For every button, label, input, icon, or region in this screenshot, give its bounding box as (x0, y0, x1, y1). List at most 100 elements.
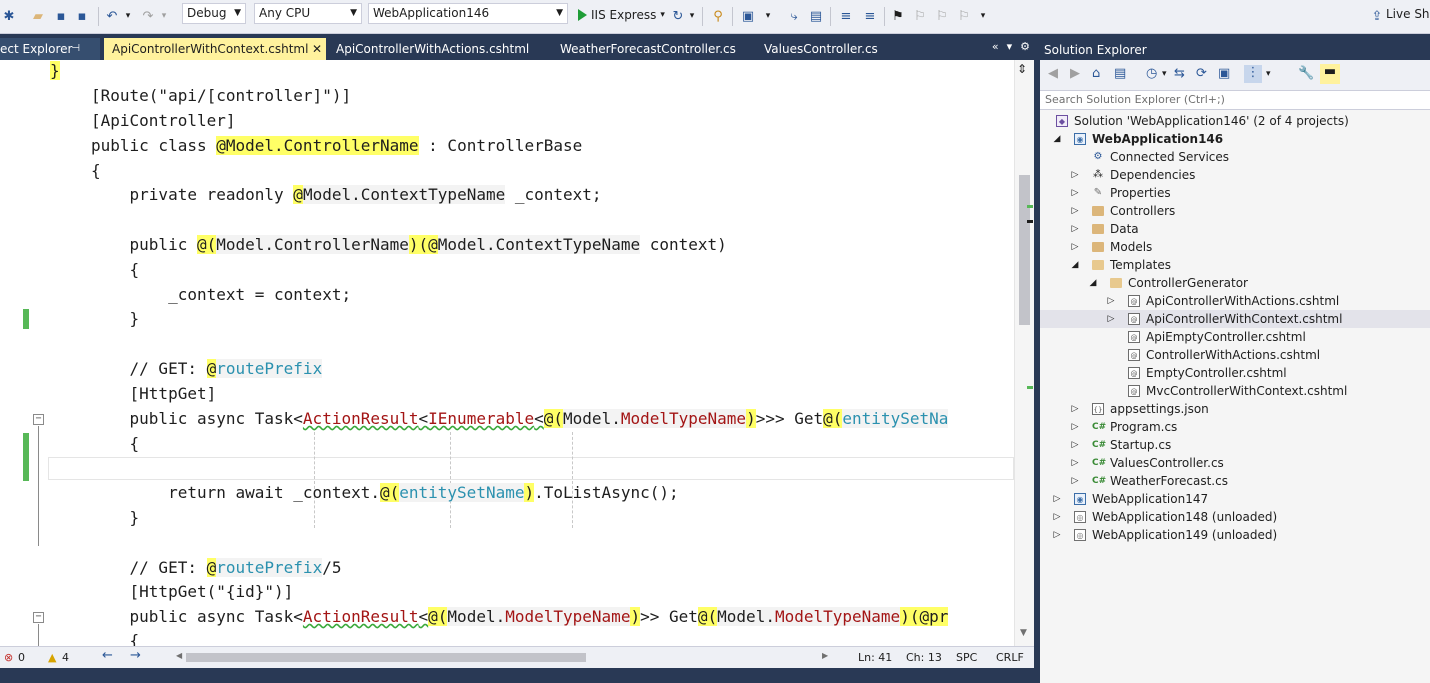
live-share-button[interactable]: Live Sh (1386, 7, 1430, 21)
solution-explorer-search-input[interactable]: Search Solution Explorer (Ctrl+;) (1040, 90, 1430, 110)
tree-item-apiemptycontroller[interactable]: @ ApiEmptyController.cshtml (1040, 328, 1430, 346)
save-all-icon[interactable]: ▪ (74, 5, 90, 27)
collapse-icon[interactable]: − (33, 612, 44, 623)
tree-item-project-webapplication149[interactable]: ▷ ◎ WebApplication149 (unloaded) (1040, 526, 1430, 544)
tree-item-solution[interactable]: ◆ Solution 'WebApplication146' (2 of 4 p… (1040, 112, 1430, 130)
show-all-files-icon[interactable]: ⋮ (1244, 65, 1262, 83)
browser-link-dropdown-icon[interactable]: ▾ (764, 5, 772, 27)
whitespace-mode[interactable]: SPC (956, 651, 977, 664)
tree-item-dependencies[interactable]: ▷ ⁂ Dependencies (1040, 166, 1430, 184)
scrollbar-thumb[interactable] (1019, 175, 1030, 325)
tree-item-controllerwithactions[interactable]: @ ControllerWithActions.cshtml (1040, 346, 1430, 364)
sync-icon[interactable]: ⇆ (1174, 66, 1185, 81)
collapsed-icon[interactable]: ▷ (1070, 436, 1080, 454)
uncomment-icon[interactable]: ≡ (862, 5, 878, 27)
collapse-icon[interactable]: − (33, 414, 44, 425)
bookmark-icon[interactable]: ⚑ (890, 5, 906, 27)
scrollbar-thumb[interactable] (186, 653, 586, 662)
tab-overflow-icon[interactable]: « (992, 40, 999, 53)
startup-project-select[interactable]: WebApplication146 ▼ (368, 3, 568, 24)
scroll-left-icon[interactable]: ◀ (176, 651, 182, 660)
collapsed-icon[interactable]: ▷ (1070, 472, 1080, 490)
tab-apicontrollerwithactions[interactable]: ApiControllerWithActions.cshtml (328, 38, 548, 60)
navigate-forward-icon[interactable]: → (130, 648, 141, 663)
tree-item-apicontrollerwithcontext[interactable]: ▷ @ ApiControllerWithContext.cshtml (1040, 310, 1430, 328)
tab-weatherforecastcontroller[interactable]: WeatherForecastController.cs (552, 38, 752, 60)
tree-item-templates[interactable]: ◢ Templates (1040, 256, 1430, 274)
live-share-icon[interactable]: ⇪ (1370, 5, 1384, 27)
tree-item-models[interactable]: ▷ Models (1040, 238, 1430, 256)
open-folder-icon[interactable]: ▰ (30, 5, 46, 27)
collapsed-icon[interactable]: ▷ (1052, 526, 1062, 544)
split-editor-icon[interactable]: ⇕ (1017, 62, 1027, 76)
run-button[interactable]: IIS Express ▾ (578, 4, 665, 26)
layout-icon[interactable]: ▤ (808, 5, 824, 27)
collapsed-icon[interactable]: ▷ (1070, 220, 1080, 238)
collapsed-icon[interactable]: ▷ (1070, 202, 1080, 220)
collapsed-icon[interactable]: ▷ (1070, 184, 1080, 202)
redo-icon[interactable]: ↷ (140, 5, 156, 27)
error-count[interactable]: 0 (18, 651, 25, 664)
expanded-icon[interactable]: ◢ (1052, 130, 1062, 148)
forward-icon[interactable]: ▶ (1070, 66, 1080, 81)
tree-item-connected-services[interactable]: ⚙ Connected Services (1040, 148, 1430, 166)
prev-bookmark-icon[interactable]: ⚐ (912, 5, 928, 27)
refresh-icon[interactable]: ↻ (670, 5, 686, 27)
collapsed-icon[interactable]: ▷ (1106, 292, 1116, 310)
save-icon[interactable]: ▪ (54, 5, 68, 27)
browser-link-icon[interactable]: ▣ (740, 5, 756, 27)
collapsed-icon[interactable]: ▷ (1070, 454, 1080, 472)
collapse-all-icon[interactable]: ▣ (1218, 66, 1230, 81)
warning-icon[interactable]: ▲ (48, 651, 56, 664)
preview-selected-icon[interactable]: ▬ (1320, 64, 1340, 84)
tab-dropdown-icon[interactable]: ▾ (1007, 40, 1013, 53)
settings-icon[interactable]: ⚙ (1020, 40, 1030, 53)
comment-icon[interactable]: ≡ (838, 5, 854, 27)
pending-changes-dropdown-icon[interactable]: ▾ (1162, 69, 1167, 79)
tree-item-startup[interactable]: ▷ C# Startup.cs (1040, 436, 1430, 454)
editor-vertical-scrollbar[interactable]: ⇕ ▼ (1014, 60, 1034, 646)
tree-item-emptycontroller[interactable]: @ EmptyController.cshtml (1040, 364, 1430, 382)
tree-item-data[interactable]: ▷ Data (1040, 220, 1430, 238)
collapsed-icon[interactable]: ▷ (1052, 508, 1062, 526)
undo-dropdown-icon[interactable]: ▾ (124, 5, 132, 27)
tab-apicontrollerwithcontext[interactable]: ApiControllerWithContext.cshtml ✕ (104, 38, 326, 60)
step-into-icon[interactable]: ⤷ (786, 5, 802, 27)
tab-valuescontroller[interactable]: ValuesController.cs (756, 38, 904, 60)
code-editor[interactable]: − − } [Route("api/[controller]")] [ApiCo… (0, 60, 1014, 646)
collapsed-icon[interactable]: ▷ (1070, 238, 1080, 256)
error-icon[interactable]: ⊗ (4, 651, 13, 664)
show-all-files-dropdown-icon[interactable]: ▾ (1266, 69, 1271, 79)
scroll-right-icon[interactable]: ▶ (822, 651, 828, 660)
collapsed-icon[interactable]: ▷ (1070, 166, 1080, 184)
expanded-icon[interactable]: ◢ (1088, 274, 1098, 292)
collapsed-icon[interactable]: ▷ (1106, 310, 1116, 328)
toolbar-overflow-icon[interactable]: ▾ (978, 5, 988, 27)
clear-bookmarks-icon[interactable]: ⚐ (956, 5, 972, 27)
collapsed-icon[interactable]: ▷ (1070, 400, 1080, 418)
platform-select[interactable]: Any CPU ▼ (254, 3, 362, 24)
configuration-select[interactable]: Debug ▼ (182, 3, 246, 24)
undo-icon[interactable]: ↶ (104, 5, 120, 27)
scroll-down-icon[interactable]: ▼ (1020, 628, 1027, 638)
close-icon[interactable]: ✕ (312, 38, 322, 60)
tree-item-valuescontroller[interactable]: ▷ C# ValuesController.cs (1040, 454, 1430, 472)
refresh-dropdown-icon[interactable]: ▾ (688, 5, 696, 27)
pending-changes-icon[interactable]: ◷ (1146, 66, 1157, 81)
next-bookmark-icon[interactable]: ⚐ (934, 5, 950, 27)
line-endings[interactable]: CRLF (996, 651, 1024, 664)
collapsed-icon[interactable]: ▷ (1052, 490, 1062, 508)
tree-item-weatherforecast[interactable]: ▷ C# WeatherForecast.cs (1040, 472, 1430, 490)
column-number[interactable]: Ch: 13 (906, 651, 942, 664)
line-number[interactable]: Ln: 41 (858, 651, 892, 664)
collapsed-icon[interactable]: ▷ (1070, 418, 1080, 436)
find-icon[interactable]: ⚲ (710, 5, 726, 27)
tree-item-appsettings[interactable]: ▷ {} appsettings.json (1040, 400, 1430, 418)
tree-item-program[interactable]: ▷ C# Program.cs (1040, 418, 1430, 436)
tree-item-project-webapplication148[interactable]: ▷ ◎ WebApplication148 (unloaded) (1040, 508, 1430, 526)
tree-item-apicontrollerwithactions[interactable]: ▷ @ ApiControllerWithActions.cshtml (1040, 292, 1430, 310)
expanded-icon[interactable]: ◢ (1070, 256, 1080, 274)
properties-icon[interactable]: 🔧 (1298, 66, 1314, 81)
back-icon[interactable]: ◀ (1048, 66, 1058, 81)
editor-horizontal-scrollbar[interactable]: ◀ ▶ (176, 651, 828, 662)
